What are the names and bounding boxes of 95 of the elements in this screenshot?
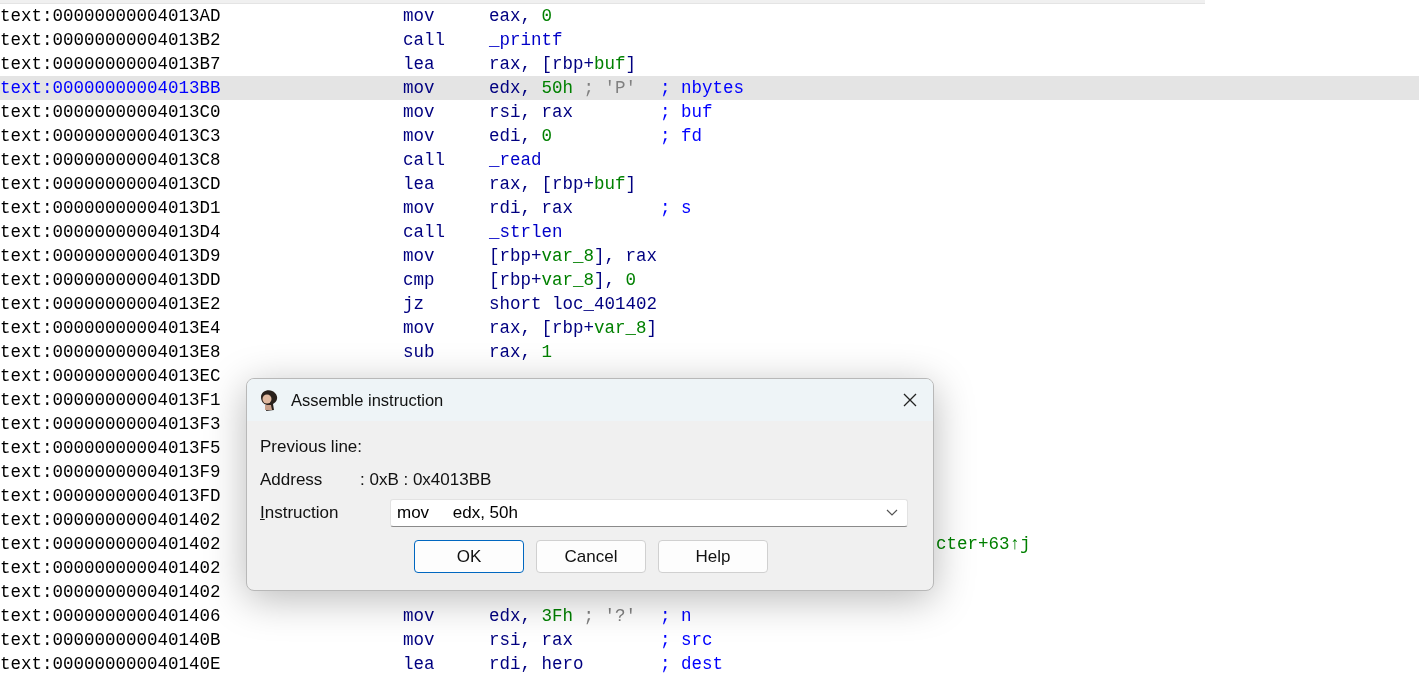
instruction-combobox[interactable]: mov edx, 50h bbox=[390, 499, 908, 527]
mnemonic-text: call bbox=[403, 30, 445, 50]
mnemonic-text: mov bbox=[403, 630, 435, 650]
mnemonic-text: call bbox=[403, 222, 445, 242]
address-text: text:00000000004013DD bbox=[0, 269, 222, 292]
address-text: text:00000000004013E8 bbox=[0, 341, 222, 364]
operand-text: eax, 0 bbox=[489, 6, 553, 26]
comment-text: ; buf bbox=[660, 101, 713, 124]
xref-comment: cter+63↑j bbox=[936, 533, 1031, 556]
operand-text: short loc_401402 bbox=[489, 294, 658, 314]
address-text: text:00000000004013AD bbox=[0, 5, 222, 28]
mnemonic-text: lea bbox=[403, 654, 435, 674]
address-text: text:00000000004013C0 bbox=[0, 101, 222, 124]
code-line[interactable]: text:000000000040140E lea rdi, hero ; dest bbox=[0, 652, 1419, 676]
code-line[interactable]: text:00000000004013B7 lea rax, [rbp+buf] bbox=[0, 52, 1419, 76]
comment-text: ; dest bbox=[660, 653, 723, 676]
mnemonic-text: mov bbox=[403, 318, 435, 338]
comment-text: ; nbytes bbox=[660, 77, 744, 100]
comment-text: ; s bbox=[660, 197, 692, 220]
code-line[interactable]: text:00000000004013D9 mov [rbp+var_8], rax bbox=[0, 244, 1419, 268]
code-line[interactable]: text:00000000004013E4 mov rax, [rbp+var_8] bbox=[0, 316, 1419, 340]
operand-text: edx, 3Fh ; '?' bbox=[489, 606, 637, 626]
operand-text: rax, 1 bbox=[489, 342, 553, 362]
close-icon bbox=[902, 392, 918, 408]
mnemonic-text: mov bbox=[403, 246, 435, 266]
dialog-button[interactable]: Help bbox=[658, 540, 768, 573]
address-text: text:00000000004013BB bbox=[0, 77, 222, 100]
comment-text: ; n bbox=[660, 605, 692, 628]
address-text: text:00000000004013E2 bbox=[0, 293, 222, 316]
address-text: text:00000000004013B2 bbox=[0, 29, 222, 52]
address-text: text:0000000000401402 bbox=[0, 581, 222, 604]
address-text: text:00000000004013EC bbox=[0, 365, 222, 388]
code-line[interactable]: text:00000000004013C8 call _read bbox=[0, 148, 1419, 172]
dialog-button[interactable]: OK bbox=[414, 540, 524, 573]
mnemonic-text: lea bbox=[403, 174, 435, 194]
dialog-button[interactable]: Cancel bbox=[536, 540, 646, 573]
address-text: text:00000000004013D1 bbox=[0, 197, 222, 220]
code-line[interactable]: text:000000000040140B mov rsi, rax ; src bbox=[0, 628, 1419, 652]
operand-text: edi, 0 bbox=[489, 126, 553, 146]
address-text: text:00000000004013CD bbox=[0, 173, 222, 196]
address-text: text:00000000004013D4 bbox=[0, 221, 222, 244]
operand-text: rdi, rax bbox=[489, 198, 573, 218]
operand-text: rax, [rbp+buf] bbox=[489, 174, 637, 194]
code-line[interactable]: text:00000000004013AD mov eax, 0 bbox=[0, 4, 1419, 28]
code-line[interactable]: text:00000000004013C3 mov edi, 0 ; fd bbox=[0, 124, 1419, 148]
address-value: : 0xB : 0x4013BB bbox=[360, 469, 492, 491]
section-label: Previous line: bbox=[260, 436, 364, 458]
code-line[interactable]: text:00000000004013D1 mov rdi, rax ; s bbox=[0, 196, 1419, 220]
comment-text: ; src bbox=[660, 629, 713, 652]
operand-text: rax, [rbp+var_8] bbox=[489, 318, 658, 338]
address-label: Address bbox=[260, 469, 324, 491]
operand-text: _printf bbox=[489, 30, 563, 50]
mnemonic-text: cmp bbox=[403, 270, 435, 290]
mnemonic-text: mov bbox=[403, 126, 435, 146]
address-text: text:00000000004013D9 bbox=[0, 245, 222, 268]
mnemonic-text: sub bbox=[403, 342, 435, 362]
instruction-label: Instruction bbox=[260, 503, 340, 523]
code-line[interactable]: text:00000000004013B2 call _printf bbox=[0, 28, 1419, 52]
address-text: text:00000000004013C3 bbox=[0, 125, 222, 148]
dropdown-caret-icon bbox=[886, 509, 898, 517]
mnemonic-text: mov bbox=[403, 78, 435, 98]
address-text: text:000000000040140B bbox=[0, 629, 222, 652]
code-line[interactable]: text:00000000004013C0 mov rsi, rax ; buf bbox=[0, 100, 1419, 124]
mnemonic-text: call bbox=[403, 150, 445, 170]
code-line[interactable]: text:00000000004013DD cmp [rbp+var_8], 0 bbox=[0, 268, 1419, 292]
address-text: text:000000000040140E bbox=[0, 653, 222, 676]
code-line[interactable]: text:00000000004013E8 sub rax, 1 bbox=[0, 340, 1419, 364]
address-text: text:00000000004013F3 bbox=[0, 413, 222, 436]
comment-text: ; fd bbox=[660, 125, 702, 148]
operand-text: rdi, hero bbox=[489, 654, 584, 674]
operand-text: [rbp+var_8], 0 bbox=[489, 270, 637, 290]
operand-text: _read bbox=[489, 150, 542, 170]
operand-text: edx, 50h ; 'P' bbox=[489, 78, 637, 98]
address-text: text:0000000000401406 bbox=[0, 605, 222, 628]
mnemonic-text: mov bbox=[403, 198, 435, 218]
address-text: text:00000000004013E4 bbox=[0, 317, 222, 340]
address-text: text:00000000004013FD bbox=[0, 485, 222, 508]
mnemonic-text: mov bbox=[403, 102, 435, 122]
address-text: text:00000000004013B7 bbox=[0, 53, 222, 76]
code-line[interactable]: text:00000000004013CD lea rax, [rbp+buf] bbox=[0, 172, 1419, 196]
mnemonic-text: jz bbox=[403, 294, 424, 314]
mnemonic-text: lea bbox=[403, 54, 435, 74]
address-text: text:0000000000401402 bbox=[0, 533, 222, 556]
operand-text: [rbp+var_8], rax bbox=[489, 246, 658, 266]
mnemonic-text: mov bbox=[403, 606, 435, 626]
operand-text: rsi, rax bbox=[489, 630, 573, 650]
operand-text: rsi, rax bbox=[489, 102, 573, 122]
code-line[interactable]: text:00000000004013E2 jz short loc_401402 bbox=[0, 292, 1419, 316]
mnemonic-text: mov bbox=[403, 6, 435, 26]
operand-text: _strlen bbox=[489, 222, 563, 242]
dialog-title: Assemble instruction bbox=[291, 390, 445, 410]
operand-text: rax, [rbp+buf] bbox=[489, 54, 637, 74]
code-line[interactable]: text:00000000004013D4 call _strlen bbox=[0, 220, 1419, 244]
code-line[interactable]: text:0000000000401406 mov edx, 3Fh ; '?' ; n bbox=[0, 604, 1419, 628]
address-text: text:00000000004013C8 bbox=[0, 149, 222, 172]
